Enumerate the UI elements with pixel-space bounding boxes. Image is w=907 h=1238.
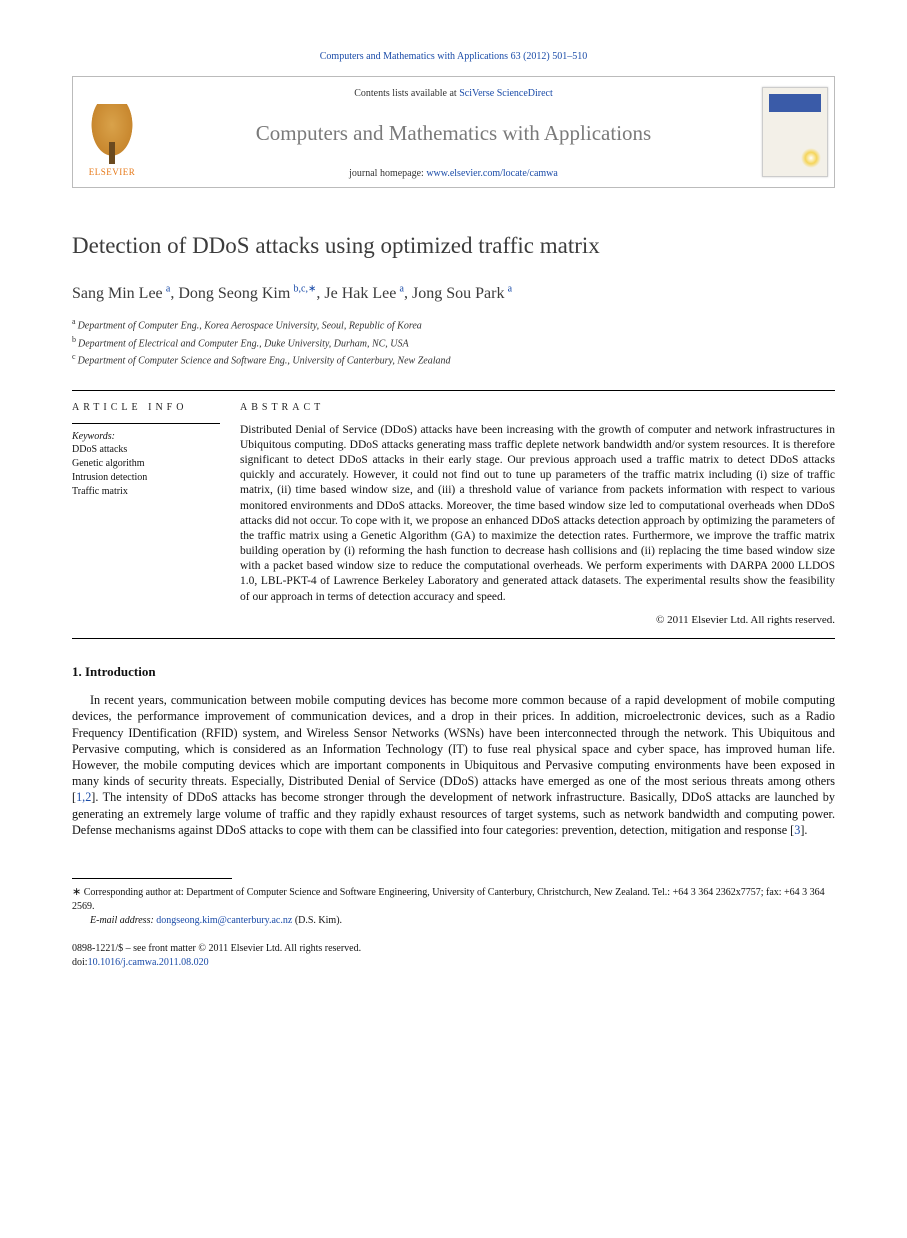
affiliation-key: c <box>72 352 78 361</box>
corresponding-marker: ∗ <box>308 283 316 294</box>
affiliation: c Department of Computer Science and Sof… <box>72 351 835 368</box>
author-list: Sang Min Lee a, Dong Seong Kim b,c,∗, Je… <box>72 282 835 304</box>
publisher-name: ELSEVIER <box>89 166 136 178</box>
keywords-label: Keywords: <box>72 430 220 444</box>
author: Sang Min Lee a <box>72 285 170 302</box>
publisher-logo: ELSEVIER <box>73 77 151 187</box>
author-affiliation-marker: a <box>166 283 170 294</box>
doi-link[interactable]: 10.1016/j.camwa.2011.08.020 <box>88 957 209 968</box>
journal-homepage: journal homepage: www.elsevier.com/locat… <box>159 167 748 181</box>
email-link[interactable]: dongseong.kim@canterbury.ac.nz <box>156 915 292 926</box>
author-affiliation-marker: b,c, <box>294 283 308 294</box>
header-center: Contents lists available at SciVerse Sci… <box>151 77 756 187</box>
author: Dong Seong Kim b,c,∗ <box>178 285 316 302</box>
affiliations: a Department of Computer Eng., Korea Aer… <box>72 316 835 368</box>
info-divider <box>72 423 220 424</box>
asterisk-icon: ∗ <box>72 886 81 898</box>
affiliation-key: b <box>72 335 78 344</box>
journal-title: Computers and Mathematics with Applicati… <box>159 119 748 147</box>
issn-line: 0898-1221/$ – see front matter © 2011 El… <box>72 942 835 956</box>
bottom-matter: 0898-1221/$ – see front matter © 2011 El… <box>72 942 835 970</box>
homepage-link[interactable]: www.elsevier.com/locate/camwa <box>426 168 558 179</box>
divider <box>72 638 835 639</box>
section-1-heading: 1. Introduction <box>72 663 835 681</box>
article-title: Detection of DDoS attacks using optimize… <box>72 232 835 261</box>
author-affiliation-marker: a <box>400 283 404 294</box>
keyword: Genetic algorithm <box>72 457 220 471</box>
corr-author-text: Corresponding author at: Department of C… <box>72 887 825 912</box>
keyword: Intrusion detection <box>72 471 220 485</box>
keyword: Traffic matrix <box>72 485 220 499</box>
citation-ref[interactable]: 3 <box>794 823 800 837</box>
email-label: E-mail address: <box>90 915 154 926</box>
abstract-heading: ABSTRACT <box>240 391 835 423</box>
doi-label: doi: <box>72 957 88 968</box>
info-abstract-row: ARTICLE INFO Keywords: DDoS attacksGenet… <box>72 391 835 627</box>
keyword: DDoS attacks <box>72 443 220 457</box>
author-affiliation-marker: a <box>508 283 512 294</box>
introduction-paragraph: In recent years, communication between m… <box>72 692 835 838</box>
author: Jong Sou Park a <box>412 285 512 302</box>
abstract-column: ABSTRACT Distributed Denial of Service (… <box>240 391 835 627</box>
citation-line: Computers and Mathematics with Applicati… <box>72 50 835 64</box>
cover-thumbnail-icon <box>762 87 828 177</box>
homepage-prefix: journal homepage: <box>349 168 426 179</box>
journal-header: ELSEVIER Contents lists available at Sci… <box>72 76 835 188</box>
affiliation: b Department of Electrical and Computer … <box>72 334 835 351</box>
article-info-heading: ARTICLE INFO <box>72 391 220 423</box>
corresponding-author-footnote: ∗ Corresponding author at: Department of… <box>72 885 835 914</box>
footnote-divider <box>72 878 232 879</box>
author: Je Hak Lee a <box>324 285 404 302</box>
citation-ref[interactable]: 1,2 <box>76 790 91 804</box>
affiliation-key: a <box>72 317 78 326</box>
email-suffix: (D.S. Kim). <box>295 915 342 926</box>
footnotes: ∗ Corresponding author at: Department of… <box>72 885 835 928</box>
sciencedirect-link[interactable]: SciVerse ScienceDirect <box>459 88 553 99</box>
doi-line: doi:10.1016/j.camwa.2011.08.020 <box>72 956 835 970</box>
contents-prefix: Contents lists available at <box>354 88 459 99</box>
copyright-line: © 2011 Elsevier Ltd. All rights reserved… <box>240 613 835 628</box>
elsevier-tree-icon <box>86 104 138 164</box>
email-footnote: E-mail address: dongseong.kim@canterbury… <box>72 914 835 928</box>
affiliation: a Department of Computer Eng., Korea Aer… <box>72 316 835 333</box>
keywords-list: DDoS attacksGenetic algorithmIntrusion d… <box>72 443 220 499</box>
article-info-column: ARTICLE INFO Keywords: DDoS attacksGenet… <box>72 391 240 627</box>
abstract-text: Distributed Denial of Service (DDoS) att… <box>240 423 835 605</box>
contents-available: Contents lists available at SciVerse Sci… <box>159 87 748 101</box>
journal-cover <box>756 77 834 187</box>
